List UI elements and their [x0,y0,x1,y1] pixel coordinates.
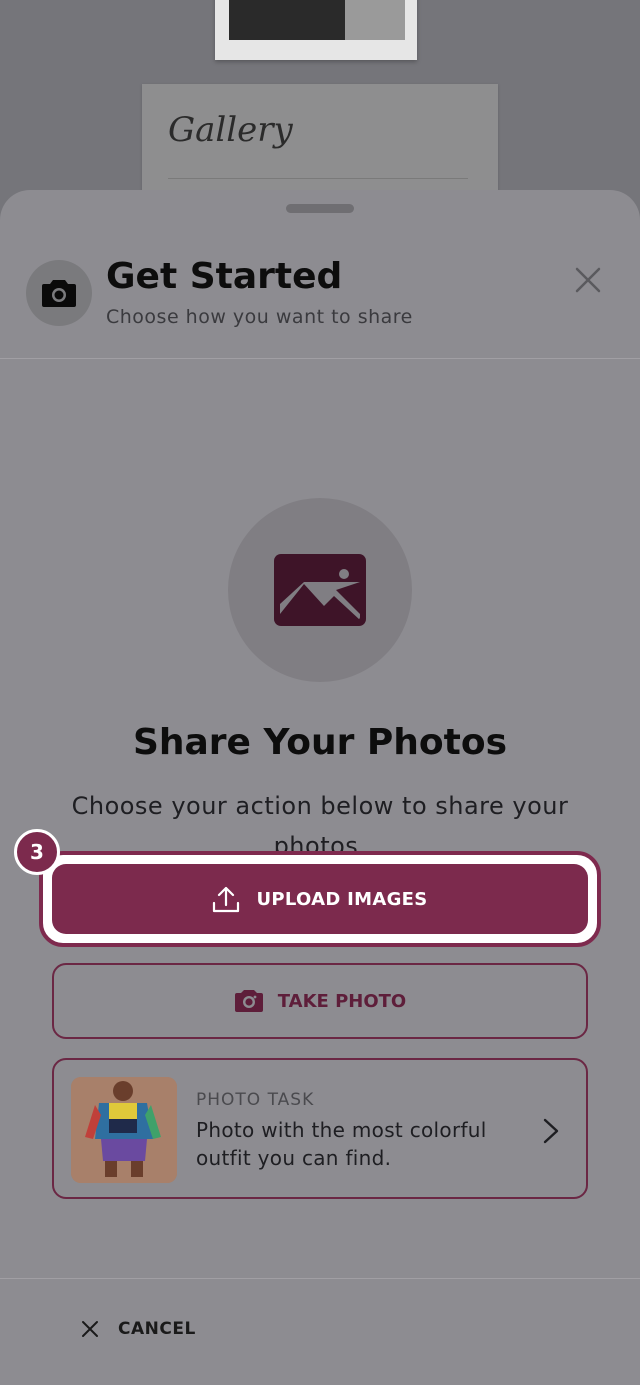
hero-image-circle [228,498,412,682]
sheet-subtitle: Choose how you want to share [106,306,413,328]
sheet-footer: CANCEL [0,1278,640,1385]
cancel-label: CANCEL [118,1319,196,1339]
image-icon [274,554,366,626]
task-description: Photo with the most colorful outfit you … [196,1118,487,1170]
upload-icon [213,886,240,913]
chevron-right-icon [543,1118,559,1144]
camera-icon [234,990,263,1012]
sheet-header: Get Started Choose how you want to share [0,190,640,359]
camera-icon [42,280,76,307]
photo-task-card[interactable]: PHOTO TASK Photo with the most colorful … [52,1058,588,1199]
task-label: PHOTO TASK [196,1090,315,1110]
close-icon [575,267,601,293]
upload-images-label: UPLOAD IMAGES [256,888,428,910]
gallery-title: Gallery [168,110,293,150]
bottom-sheet: Get Started Choose how you want to share… [0,190,640,1385]
close-icon [82,1321,98,1337]
take-photo-button[interactable]: TAKE PHOTO [52,963,588,1039]
step-badge: 3 [14,829,60,875]
close-button[interactable] [568,260,608,300]
background-photo [215,0,417,60]
main-title: Share Your Photos [132,722,508,763]
header-icon-circle [26,260,92,326]
take-photo-label: TAKE PHOTO [277,990,407,1012]
upload-images-button[interactable]: UPLOAD IMAGES [52,864,588,934]
task-thumbnail [71,1077,177,1183]
cancel-button[interactable]: CANCEL [80,1319,196,1339]
sheet-title: Get Started [106,256,343,297]
